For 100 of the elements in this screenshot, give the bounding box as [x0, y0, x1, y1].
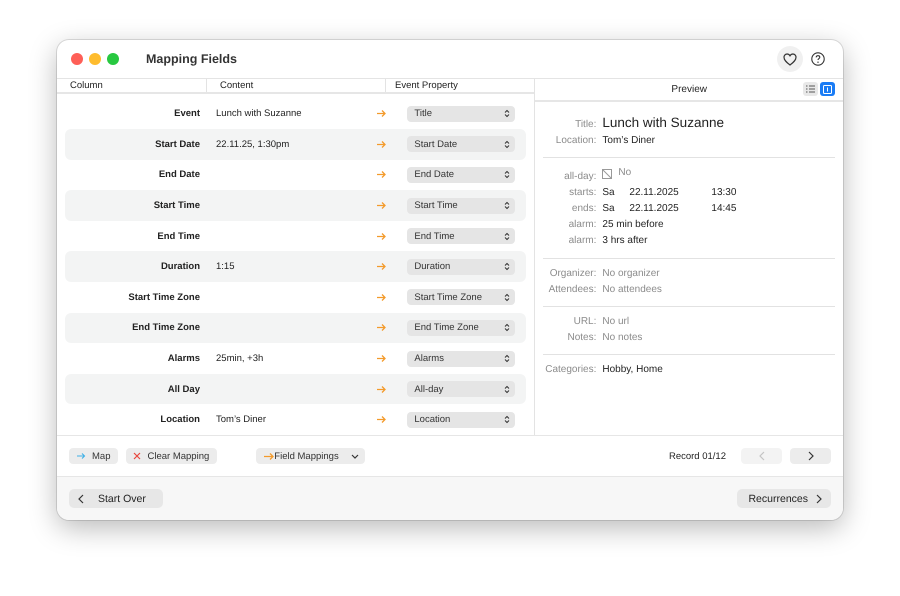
arrow-icon — [376, 354, 388, 364]
arrow-icon — [376, 292, 388, 302]
property-popup[interactable]: Start Date — [407, 136, 516, 152]
chevron-up-down-icon — [504, 232, 510, 241]
map-button[interactable]: Map — [69, 448, 118, 464]
detail-view-button[interactable] — [820, 82, 835, 96]
recurrences-button[interactable]: Recurrences — [737, 489, 831, 508]
field-label: Notes: — [566, 331, 596, 346]
chevron-right-icon — [808, 451, 814, 461]
card-icon — [823, 84, 832, 94]
chevron-right-icon — [816, 494, 822, 504]
column-name: End Time Zone — [131, 322, 200, 334]
window-title: Mapping Fields — [146, 52, 238, 66]
column-name: All Day — [166, 384, 200, 395]
field-mappings-menu[interactable]: Field Mappings — [256, 448, 365, 464]
property-popup[interactable]: Alarms — [407, 350, 516, 367]
date-part: Sa — [602, 186, 616, 200]
field-label: Location: — [554, 134, 596, 148]
field-value: Hobby, Home — [602, 363, 664, 378]
record-counter: Record 01/12 — [668, 450, 726, 462]
arrow-icon — [376, 170, 388, 180]
zoom-button[interactable] — [107, 53, 119, 65]
chevron-up-down-icon — [504, 415, 510, 424]
field-value: Tom’s Diner — [602, 134, 656, 148]
arrow-icon — [376, 384, 388, 394]
field-label: Title: — [574, 118, 596, 132]
arrow-icon — [376, 232, 388, 241]
arrow-icon — [376, 109, 388, 118]
field-label: Attendees: — [548, 282, 596, 297]
arrow-icon — [376, 140, 388, 149]
close-button[interactable] — [71, 53, 83, 65]
favorite-button[interactable] — [777, 46, 803, 72]
x-icon — [133, 452, 142, 460]
column-header: Column — [69, 79, 104, 92]
list-icon — [806, 85, 815, 93]
column-name: End Time — [156, 230, 200, 242]
arrow-icon — [76, 452, 86, 460]
content-value: 22.11.25, 1:30pm — [215, 138, 290, 150]
property-popup[interactable]: End Time — [407, 228, 516, 244]
chevron-up-down-icon — [504, 262, 510, 272]
column-header: Event Property — [385, 79, 534, 92]
field-label: ends: — [570, 202, 596, 216]
arrow-icon — [376, 415, 388, 424]
chevron-up-down-icon — [504, 140, 510, 149]
field-label: all-day: — [563, 170, 596, 184]
field-label: alarm: — [568, 218, 596, 232]
property-popup[interactable]: End Date — [407, 166, 516, 183]
content-value: Tom’s Diner — [215, 414, 267, 426]
column-name: End Date — [158, 169, 200, 180]
field-label: URL: — [572, 314, 596, 329]
chevron-up-down-icon — [504, 170, 510, 180]
chevron-down-icon — [350, 454, 359, 458]
field-label: starts: — [568, 186, 596, 200]
content-value: 1:15 — [215, 261, 236, 272]
chevron-up-down-icon — [504, 109, 510, 118]
chevron-up-down-icon — [504, 323, 510, 332]
field-label: alarm: — [568, 234, 596, 248]
field-value: No — [618, 166, 632, 180]
property-popup[interactable]: Start Time — [407, 198, 516, 214]
field-value: No attendees — [602, 282, 663, 297]
list-view-button[interactable] — [803, 82, 818, 96]
property-popup[interactable]: Title — [407, 106, 516, 122]
chevron-up-down-icon — [504, 292, 510, 302]
chevron-up-down-icon — [504, 354, 510, 364]
arrow-icon — [376, 262, 388, 272]
chevron-left-icon — [78, 494, 84, 504]
date-part: 14:45 — [711, 202, 736, 216]
date-part: 22.11.2025 — [629, 186, 680, 200]
column-name: Location — [159, 414, 200, 426]
start-over-button[interactable]: Start Over — [69, 489, 163, 508]
column-name: Start Time Zone — [127, 292, 200, 303]
event-title: Lunch with Suzanne — [602, 114, 725, 132]
property-popup[interactable]: Location — [407, 412, 516, 428]
arrow-icon — [376, 323, 388, 332]
column-name: Start Date — [154, 138, 200, 150]
property-popup[interactable]: All-day — [407, 381, 516, 398]
property-popup[interactable]: End Time Zone — [407, 320, 516, 336]
column-name: Start Time — [152, 200, 200, 212]
content-value: Lunch with Suzanne — [215, 108, 303, 120]
date-part: 13:30 — [711, 186, 736, 200]
column-name: Event — [173, 108, 200, 120]
field-value: No organizer — [602, 266, 661, 281]
next-record-button[interactable] — [790, 448, 831, 464]
arrow-icon — [263, 452, 274, 460]
help-icon — [811, 52, 825, 66]
content-value: 25min, +3h — [215, 353, 264, 364]
chevron-left-icon — [758, 451, 764, 461]
minimize-button[interactable] — [89, 53, 101, 65]
clear-mapping-button[interactable]: Clear Mapping — [126, 448, 218, 464]
arrow-icon — [376, 201, 388, 210]
chevron-up-down-icon — [504, 384, 510, 394]
chevron-up-down-icon — [504, 201, 510, 210]
field-value: 3 hrs after — [602, 234, 648, 248]
column-name: Duration — [160, 261, 200, 272]
field-label: Organizer: — [548, 266, 596, 281]
property-popup[interactable]: Duration — [407, 258, 516, 275]
column-header: Content — [206, 79, 349, 92]
property-popup[interactable]: Start Time Zone — [407, 289, 516, 306]
field-value: 25 min before — [602, 218, 665, 232]
field-value: No url — [602, 314, 630, 329]
